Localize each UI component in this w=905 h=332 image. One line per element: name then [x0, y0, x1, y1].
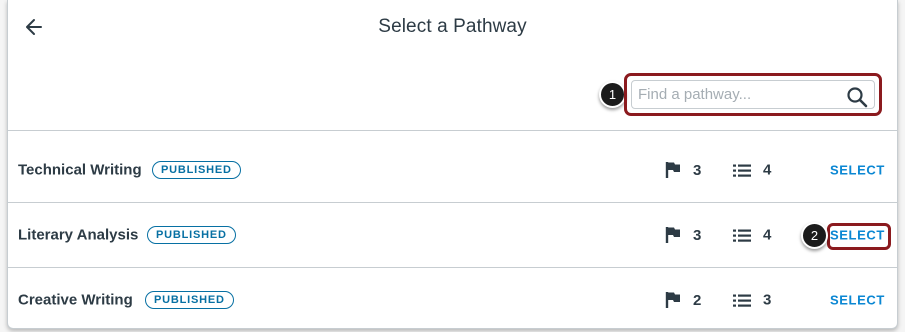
- milestone-count-value: 2: [693, 291, 702, 309]
- milestone-count-value: 3: [693, 226, 702, 244]
- search-icon[interactable]: [846, 86, 868, 108]
- pathway-row: Creative Writing PUBLISHED 2 3 SELECT: [8, 268, 897, 328]
- item-count: 3: [733, 292, 771, 309]
- milestone-count: 3: [665, 161, 701, 179]
- search-highlight: [624, 73, 882, 116]
- item-count-value: 4: [763, 161, 772, 179]
- pathway-row: Literary Analysis PUBLISHED 3 4 SELECT: [8, 203, 897, 267]
- search-box: [631, 80, 875, 109]
- status-badge: PUBLISHED: [145, 291, 234, 309]
- milestone-count: 2: [665, 291, 701, 309]
- select-button[interactable]: SELECT: [830, 293, 885, 308]
- select-highlight: [827, 223, 891, 250]
- page-title: Select a Pathway: [378, 16, 527, 37]
- milestone-count-value: 3: [693, 161, 702, 179]
- flag-icon: [665, 292, 680, 308]
- callout-marker-2: 2: [801, 222, 828, 249]
- pathway-name: Creative Writing: [18, 291, 133, 309]
- search-input[interactable]: [638, 81, 838, 108]
- item-count: 4: [733, 162, 771, 179]
- item-count-value: 3: [763, 291, 772, 309]
- select-button[interactable]: SELECT: [830, 163, 885, 178]
- pathway-panel: Select a Pathway 1 Technical Writing PUB…: [7, 0, 898, 329]
- pathway-name: Literary Analysis: [18, 226, 139, 244]
- pathway-row: Technical Writing PUBLISHED 3 4 SELECT: [8, 138, 897, 202]
- callout-marker-1: 1: [599, 81, 626, 108]
- flag-icon: [665, 162, 680, 178]
- list-icon: [733, 229, 751, 242]
- milestone-count: 3: [665, 226, 701, 244]
- item-count: 4: [733, 227, 771, 244]
- list-icon: [733, 164, 751, 177]
- status-badge: PUBLISHED: [147, 226, 236, 244]
- flag-icon: [665, 227, 680, 243]
- pathway-name: Technical Writing: [18, 161, 142, 179]
- list-icon: [733, 294, 751, 307]
- header-divider: [8, 130, 897, 131]
- status-badge: PUBLISHED: [152, 161, 241, 179]
- item-count-value: 4: [763, 226, 772, 244]
